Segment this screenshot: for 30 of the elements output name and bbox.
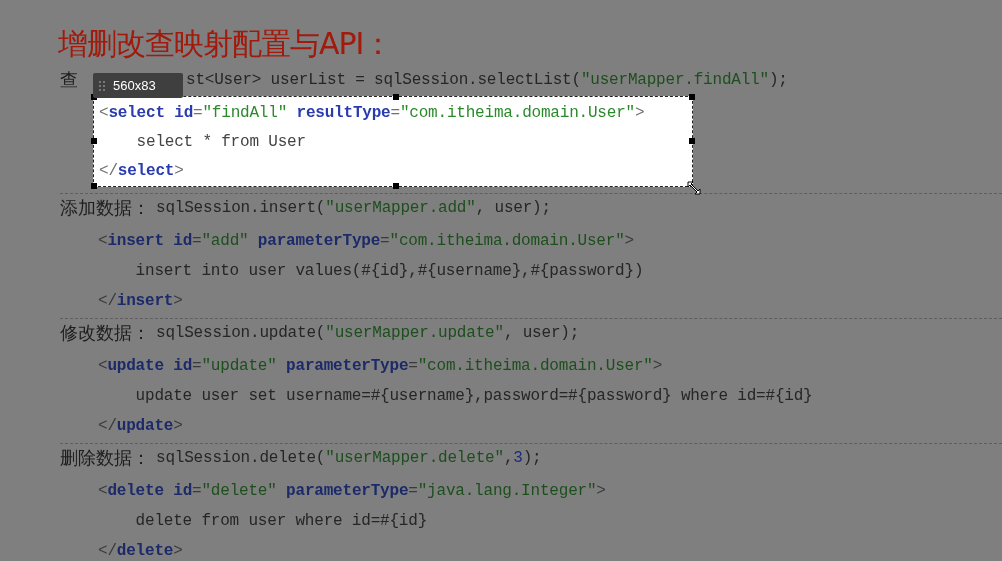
- selection-handle[interactable]: [689, 138, 695, 144]
- selection-handle[interactable]: [91, 183, 97, 189]
- code-line: <insert id="add" parameterType="com.itheima.domain.User">: [98, 231, 635, 252]
- selection-handle[interactable]: [393, 183, 399, 189]
- selection-handle[interactable]: [91, 138, 97, 144]
- code-line: <update id="update" parameterType="com.itheima.domain.User">: [98, 356, 664, 377]
- code-line: sqlSession.update("userMapper.update", user);: [156, 324, 580, 342]
- slide-title: 增删改查映射配置与API：: [58, 25, 394, 63]
- code-line: </insert>: [98, 291, 184, 312]
- size-label: 560x83: [113, 78, 156, 93]
- code-line: delete from user where id=#{id}: [134, 511, 429, 532]
- resize-cursor-icon: [687, 181, 701, 195]
- section-label: 修改数据：: [60, 321, 150, 345]
- code-line: update user set username=#{username},password=#{password} where id=#{id}: [134, 386, 814, 407]
- section-label: 添加数据：: [60, 196, 150, 220]
- code-line: </delete>: [98, 541, 184, 561]
- section-label: 查: [60, 68, 78, 92]
- grip-icon: [99, 80, 107, 91]
- code-line: </update>: [98, 416, 184, 437]
- selection-handle[interactable]: [689, 94, 695, 100]
- selection-handle[interactable]: [393, 94, 399, 100]
- section-label: 删除数据：: [60, 446, 150, 470]
- code-line: sqlSession.insert("userMapper.add", user);: [156, 199, 551, 217]
- code-line: <delete id="delete" parameterType="java.lang.Integer">: [98, 481, 607, 502]
- code-line: insert into user values(#{id},#{username},#{password}): [134, 261, 645, 282]
- code-line: select * from User: [135, 132, 307, 153]
- code-line: st<User> userList = sqlSession.selectList("userMapper.findAll");: [186, 71, 788, 89]
- code-line: </select>: [99, 161, 185, 182]
- code-line: sqlSession.delete("userMapper.delete",3);: [156, 449, 542, 467]
- code-line: <select id="findAll" resultType="com.itheima.domain.User">: [99, 103, 646, 124]
